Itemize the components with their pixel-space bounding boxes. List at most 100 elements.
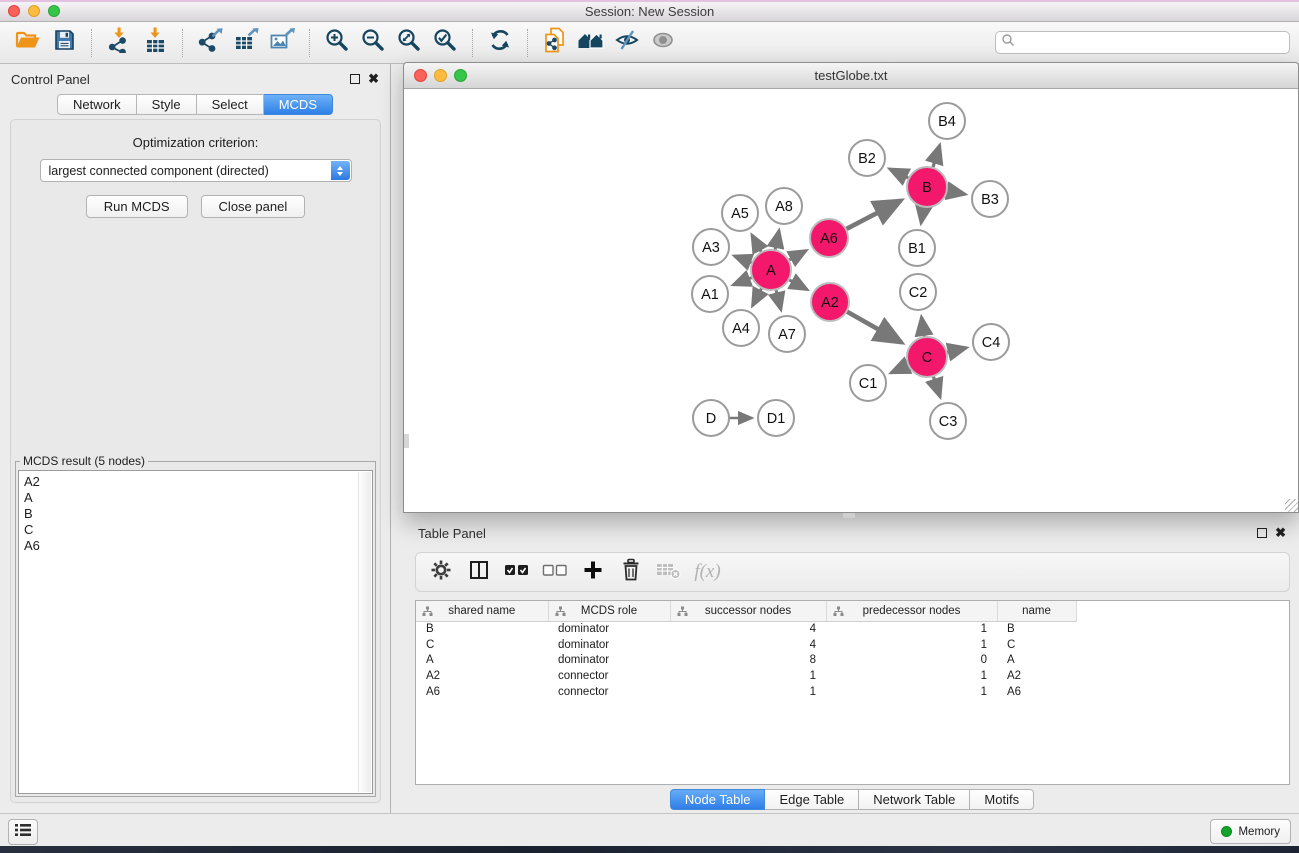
column-header-predecessor-nodes[interactable]: predecessor nodes [826, 601, 997, 621]
column-header-shared-name[interactable]: shared name [416, 601, 548, 621]
table-cell[interactable]: A6 [997, 684, 1076, 700]
zoom-fit-button[interactable] [391, 25, 427, 61]
graph-edge-A-A8[interactable] [775, 230, 779, 252]
table-cell[interactable]: A [416, 652, 548, 668]
close-table-panel-icon[interactable]: ✖ [1275, 528, 1286, 538]
zoom-window-light[interactable] [48, 5, 60, 17]
refresh-button[interactable] [482, 25, 518, 61]
search-input[interactable] [1018, 36, 1284, 50]
criterion-select[interactable]: largest connected component (directed) [40, 159, 352, 182]
column-header-successor-nodes[interactable]: successor nodes [670, 601, 826, 621]
graph-node-D1[interactable]: D1 [758, 400, 794, 436]
show-graphics-button[interactable] [645, 25, 681, 61]
tab-mcds[interactable]: MCDS [264, 94, 333, 115]
table-cell[interactable]: connector [548, 684, 670, 700]
graph-node-A6[interactable]: A6 [810, 219, 848, 257]
table-cell[interactable]: 1 [670, 668, 826, 684]
table-cell[interactable]: dominator [548, 621, 670, 637]
graph-node-A[interactable]: A [751, 250, 791, 290]
search-box[interactable] [995, 31, 1290, 54]
network-minimize-light[interactable] [434, 69, 447, 82]
table-row[interactable]: Adominator80A [416, 652, 1289, 668]
graph-edge-A-A4[interactable] [752, 286, 762, 306]
graph-edge-A-A7[interactable] [775, 287, 781, 309]
node-table[interactable]: shared nameMCDS rolesuccessor nodesprede… [415, 600, 1290, 785]
memory-button[interactable]: Memory [1210, 819, 1291, 844]
home-network-button[interactable] [573, 25, 609, 61]
canvas-horizontal-scrollbar[interactable] [843, 513, 855, 518]
table-cell[interactable]: 8 [670, 652, 826, 668]
graph-edge-A6-B[interactable] [844, 201, 901, 231]
graph-node-B4[interactable]: B4 [929, 103, 965, 139]
network-zoom-light[interactable] [454, 69, 467, 82]
table-cell[interactable]: connector [548, 668, 670, 684]
mcds-result-item[interactable]: A6 [24, 538, 372, 554]
table-gear-button[interactable] [425, 557, 456, 588]
network-list-button[interactable] [8, 819, 38, 845]
graph-edge-B-B4[interactable] [932, 145, 939, 170]
table-cell[interactable]: 1 [826, 621, 997, 637]
import-network-button[interactable] [101, 25, 137, 61]
zoom-selected-button[interactable] [427, 25, 463, 61]
tab-network[interactable]: Network [57, 94, 137, 115]
result-scrollbar[interactable] [358, 472, 371, 792]
delete-column-button[interactable] [615, 557, 646, 588]
graph-node-C2[interactable]: C2 [900, 274, 936, 310]
table-cell[interactable]: 1 [826, 668, 997, 684]
close-panel-icon[interactable]: ✖ [368, 74, 379, 84]
mcds-result-item[interactable]: A [24, 490, 372, 506]
graph-edge-C-C2[interactable] [921, 317, 924, 339]
network-window-titlebar[interactable]: testGlobe.txt [404, 63, 1298, 89]
graph-node-A2[interactable]: A2 [811, 283, 849, 321]
create-column-button[interactable] [577, 557, 608, 588]
column-header-name[interactable]: name [997, 601, 1076, 621]
tab-select[interactable]: Select [197, 94, 264, 115]
run-mcds-button[interactable]: Run MCDS [86, 195, 188, 218]
close-window-light[interactable] [8, 5, 20, 17]
graph-edge-C-C3[interactable] [933, 374, 941, 397]
float-table-panel-icon[interactable] [1257, 528, 1267, 538]
save-session-button[interactable] [46, 25, 82, 61]
minimize-window-light[interactable] [28, 5, 40, 17]
table-cell[interactable]: dominator [548, 637, 670, 653]
graph-node-A4[interactable]: A4 [723, 310, 759, 346]
graph-edge-B-B2[interactable] [890, 169, 911, 179]
table-cell[interactable]: B [416, 621, 548, 637]
table-row[interactable]: Bdominator41B [416, 621, 1289, 637]
mcds-result-item[interactable]: B [24, 506, 372, 522]
graph-node-C3[interactable]: C3 [930, 403, 966, 439]
graph-edge-A-A6[interactable] [787, 250, 807, 261]
tab-motifs[interactable]: Motifs [970, 789, 1034, 810]
graph-edge-C-C4[interactable] [945, 348, 967, 353]
table-cell[interactable]: 1 [670, 684, 826, 700]
table-cell[interactable]: 1 [826, 684, 997, 700]
graph-node-C1[interactable]: C1 [850, 365, 886, 401]
table-row[interactable]: Cdominator41C [416, 637, 1289, 653]
hide-graphics-button[interactable] [609, 25, 645, 61]
deselect-all-button[interactable] [539, 557, 570, 588]
tab-edge-table[interactable]: Edge Table [765, 789, 859, 810]
table-cell[interactable]: 4 [670, 637, 826, 653]
tab-network-table[interactable]: Network Table [859, 789, 970, 810]
table-cell[interactable]: C [997, 637, 1076, 653]
graph-edge-A-A1[interactable] [733, 277, 754, 285]
mcds-result-item[interactable]: A2 [24, 474, 372, 490]
table-cell[interactable]: B [997, 621, 1076, 637]
table-cell[interactable]: A6 [416, 684, 548, 700]
export-network-button[interactable] [192, 25, 228, 61]
network-close-light[interactable] [414, 69, 427, 82]
graph-edge-C-C1[interactable] [891, 364, 911, 373]
table-row[interactable]: A2connector11A2 [416, 668, 1289, 684]
close-panel-button[interactable]: Close panel [201, 195, 306, 218]
table-cell[interactable]: 4 [670, 621, 826, 637]
graph-node-B1[interactable]: B1 [899, 230, 935, 266]
float-panel-icon[interactable] [350, 74, 360, 84]
graph-edge-A2-C[interactable] [845, 310, 902, 342]
mcds-result-item[interactable]: C [24, 522, 372, 538]
table-cell[interactable]: 0 [826, 652, 997, 668]
graph-edge-B-B3[interactable] [945, 190, 966, 194]
open-session-button[interactable] [10, 25, 46, 61]
graph-node-B2[interactable]: B2 [849, 140, 885, 176]
zoom-out-button[interactable] [355, 25, 391, 61]
zoom-in-button[interactable] [319, 25, 355, 61]
